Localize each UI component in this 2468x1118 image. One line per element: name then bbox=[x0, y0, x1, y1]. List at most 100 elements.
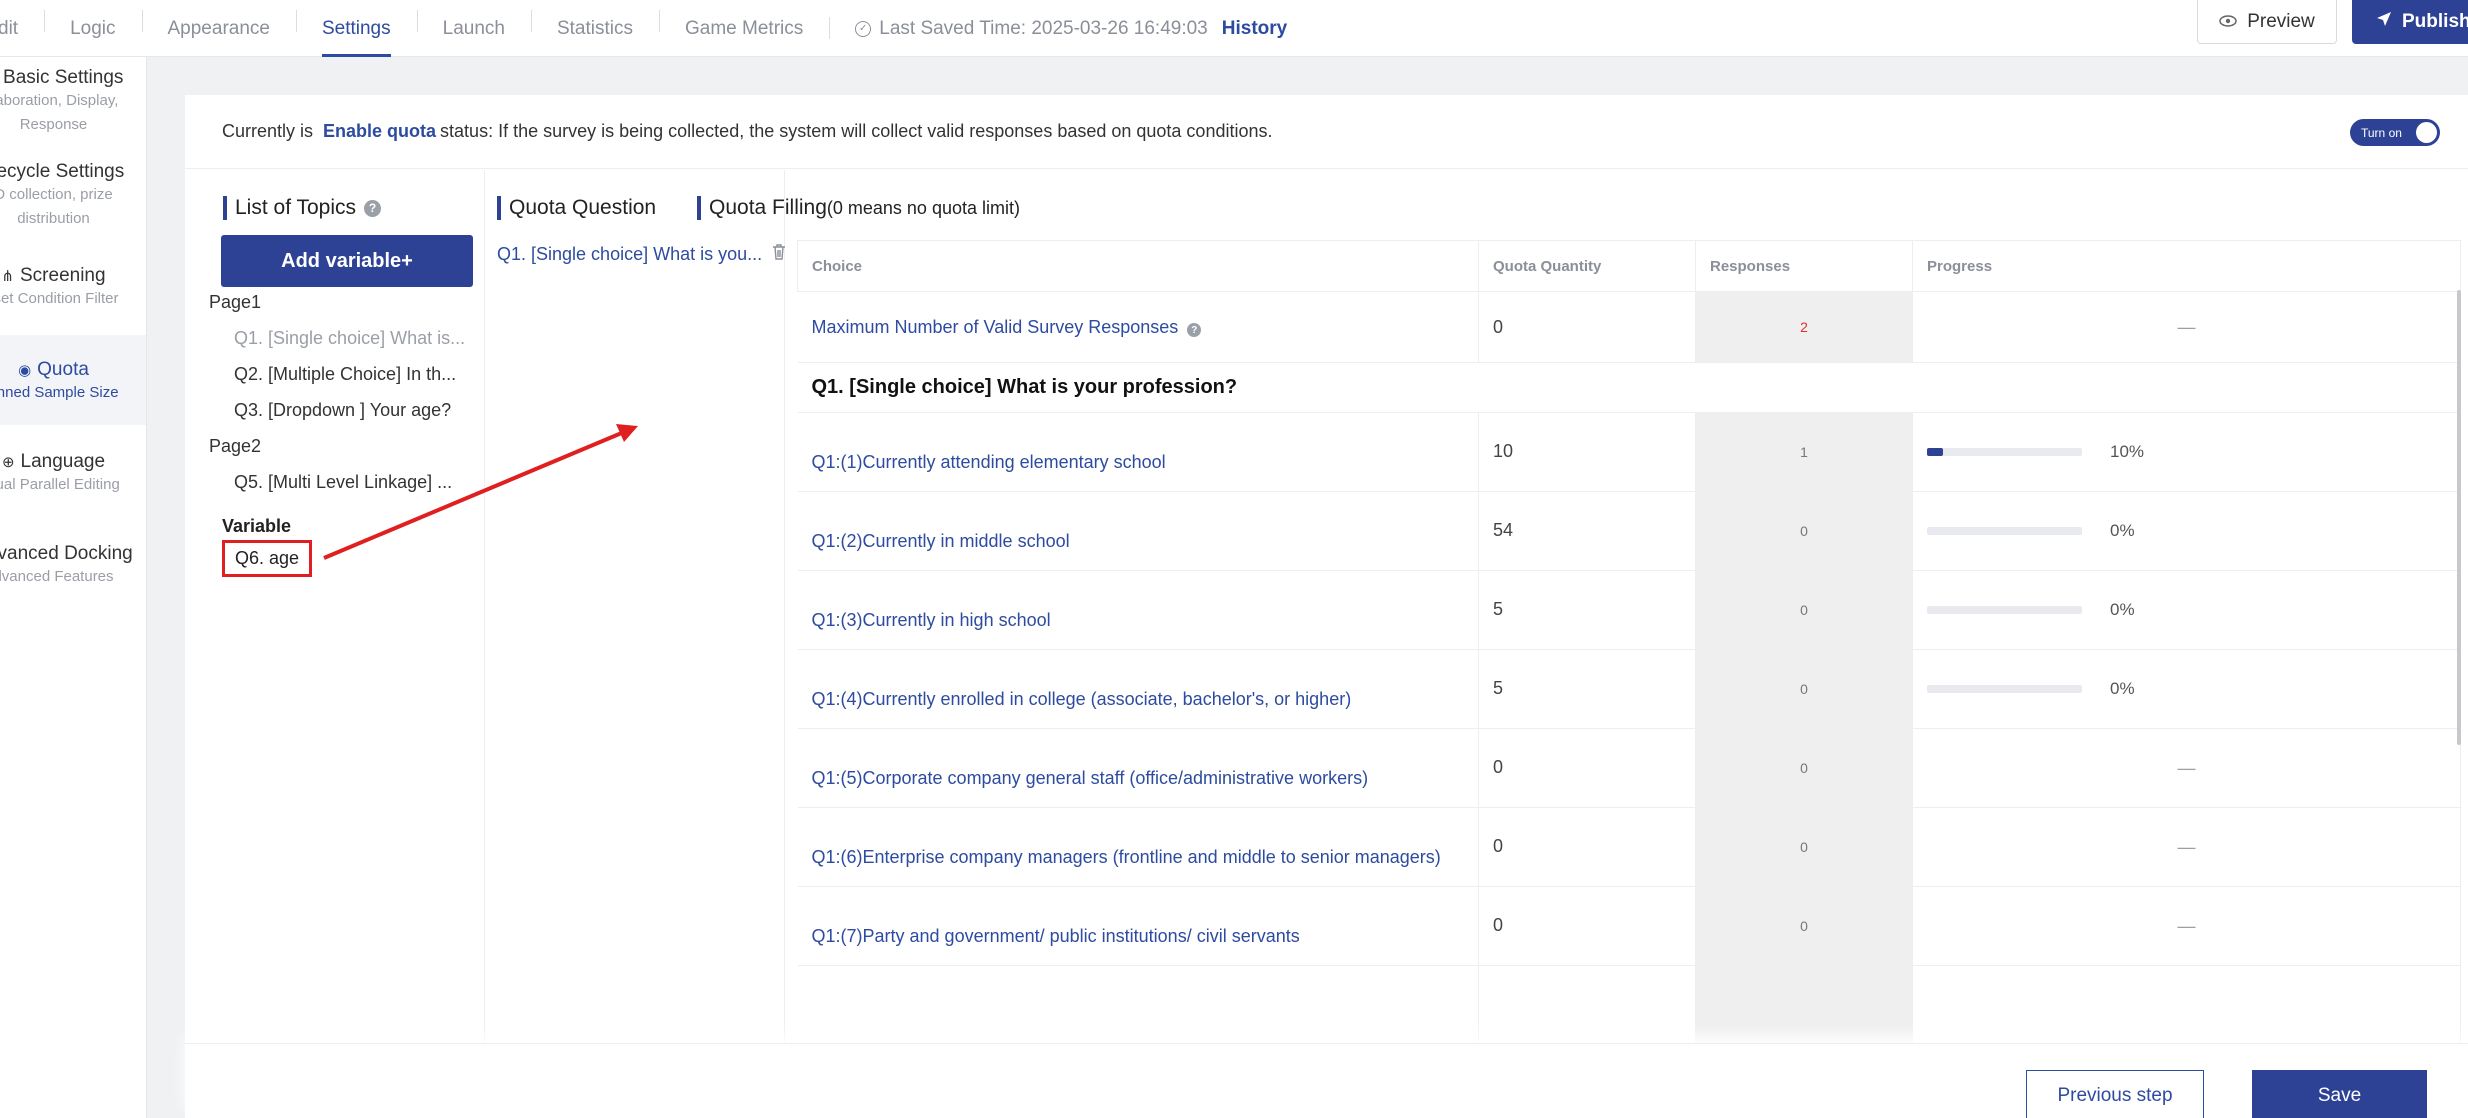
quota-quantity-input[interactable]: 5 bbox=[1478, 649, 1696, 729]
quota-quantity-input[interactable]: 5 bbox=[1478, 570, 1696, 650]
max-responses-progress: — bbox=[1912, 291, 2461, 363]
quota-quantity-input[interactable] bbox=[1478, 965, 1696, 1045]
filter-tree-icon: ⋔ bbox=[1, 268, 14, 285]
settings-sidebar: ⚙Basic Settings llaboration, Display, Re… bbox=[0, 57, 147, 1118]
table-header-row: Choice Quota Quantity Responses Progress bbox=[797, 240, 2461, 292]
history-link[interactable]: History bbox=[1222, 18, 1287, 40]
choice-label: Q1:(7)Party and government/ public insti… bbox=[797, 886, 1479, 966]
quota-filling-title: Quota Filling bbox=[709, 196, 827, 219]
progress-percent: 10% bbox=[2110, 442, 2145, 461]
quota-question-panel-title: Quota Question bbox=[497, 196, 656, 220]
sidebar-item-recycle-settings[interactable]: Recycle Settings D collection, prize dis… bbox=[0, 161, 146, 251]
choice-label: Q1:(5)Corporate company general staff (o… bbox=[797, 728, 1479, 808]
quota-quantity-input[interactable]: 0 bbox=[1478, 728, 1696, 808]
quota-rows: Q1:(1)Currently attending elementary sch… bbox=[797, 412, 2461, 1045]
quota-quantity-input[interactable]: 0 bbox=[1478, 886, 1696, 966]
top-bar: dit Logic Appearance Settings Launch Sta… bbox=[0, 0, 2468, 57]
choice-label: Q1:(4)Currently enrolled in college (ass… bbox=[797, 649, 1479, 729]
sidebar-item-screening[interactable]: ⋔ Screening -set Condition Filter bbox=[0, 265, 146, 325]
progress-cell: 10% bbox=[1912, 412, 2461, 492]
save-button[interactable]: Save bbox=[2252, 1070, 2427, 1118]
sidebar-item-desc: -set Condition Filter bbox=[0, 290, 119, 307]
toggle-knob bbox=[2416, 122, 2437, 143]
sidebar-item-label: Basic Settings bbox=[3, 67, 124, 88]
table-section-row: Q1. [Single choice] What is your profess… bbox=[797, 362, 2461, 413]
tab-edit[interactable]: dit bbox=[0, 0, 44, 57]
tab-appearance[interactable]: Appearance bbox=[141, 0, 296, 57]
progress-cell: — bbox=[1912, 728, 2461, 808]
choice-label: Q1:(6)Enterprise company managers (front… bbox=[797, 807, 1479, 887]
quota-quantity-input[interactable]: 10 bbox=[1478, 412, 1696, 492]
quota-filling-panel-title: Quota Filling (0 means no quota limit) bbox=[697, 196, 1020, 220]
quota-filling-subtitle: (0 means no quota limit) bbox=[826, 197, 1020, 218]
table-row: Q1:(2)Currently in middle school 54 0 0% bbox=[797, 491, 2461, 571]
sidebar-item-basic-settings[interactable]: ⚙Basic Settings llaboration, Display, Re… bbox=[0, 67, 146, 157]
globe-icon: ⊕ bbox=[1, 454, 15, 471]
quota-toggle[interactable]: Turn on bbox=[2350, 119, 2440, 146]
quota-quantity-input[interactable]: 0 bbox=[1478, 807, 1696, 887]
title-accent-bar bbox=[697, 196, 701, 220]
tab-game-metrics[interactable]: Game Metrics bbox=[659, 0, 829, 57]
bottom-action-bar: Previous step Save bbox=[185, 1043, 2468, 1118]
table-row: Q1:(3)Currently in high school 5 0 0% bbox=[797, 570, 2461, 650]
table-scrollbar[interactable] bbox=[2457, 290, 2461, 745]
section-question-title: Q1. [Single choice] What is your profess… bbox=[797, 362, 2461, 413]
max-responses-label: Maximum Number of Valid Survey Responses… bbox=[797, 291, 1479, 363]
responses-count: 0 bbox=[1695, 570, 1913, 650]
tab-statistics[interactable]: Statistics bbox=[530, 0, 659, 57]
topic-item-q1[interactable]: Q1. [Single choice] What is... bbox=[234, 328, 465, 349]
status-highlight: Enable quota bbox=[323, 121, 437, 141]
responses-count: 0 bbox=[1695, 728, 1913, 808]
progress-cell: — bbox=[1912, 886, 2461, 966]
topic-item-q5[interactable]: Q5. [Multi Level Linkage] ... bbox=[234, 472, 452, 493]
status-prefix: Currently is bbox=[222, 121, 314, 141]
preview-button[interactable]: Preview bbox=[2197, 0, 2337, 44]
sidebar-item-label: Screening bbox=[20, 265, 106, 286]
quota-quantity-input[interactable]: 54 bbox=[1478, 491, 1696, 571]
help-icon[interactable]: ? bbox=[364, 199, 382, 217]
progress-bar: 0% bbox=[1927, 521, 2460, 541]
max-responses-quantity-input[interactable]: 0 bbox=[1478, 291, 1696, 363]
progress-cell bbox=[1912, 965, 2461, 1045]
sidebar-item-desc: distribution bbox=[17, 210, 90, 227]
tab-launch[interactable]: Launch bbox=[416, 0, 531, 57]
topic-item-q2[interactable]: Q2. [Multiple Choice] In th... bbox=[234, 364, 456, 385]
topic-item-q3[interactable]: Q3. [Dropdown ] Your age? bbox=[234, 400, 451, 421]
progress-track bbox=[1927, 527, 2082, 535]
quota-question-item[interactable]: Q1. [Single choice] What is you... bbox=[497, 244, 786, 265]
eye-icon bbox=[2219, 11, 2237, 33]
add-variable-button[interactable]: Add variable+ bbox=[221, 235, 473, 287]
header-choice: Choice bbox=[797, 240, 1479, 292]
table-row: Q1:(7)Party and government/ public insti… bbox=[797, 886, 2461, 966]
status-description: status: If the survey is being collected… bbox=[440, 121, 1273, 141]
title-accent-bar bbox=[497, 196, 501, 220]
progress-cell: 0% bbox=[1912, 649, 2461, 729]
publish-button[interactable]: Publish bbox=[2352, 0, 2468, 44]
quota-question-title: Quota Question bbox=[509, 196, 657, 219]
tab-settings[interactable]: Settings bbox=[295, 0, 417, 57]
previous-step-button[interactable]: Previous step bbox=[2026, 1070, 2204, 1118]
header-quota-quantity: Quota Quantity bbox=[1478, 240, 1696, 292]
responses-count: 1 bbox=[1695, 412, 1913, 492]
sidebar-item-quota[interactable]: ◉ Quota anned Sample Size bbox=[0, 335, 146, 425]
responses-count: 0 bbox=[1695, 491, 1913, 571]
sidebar-item-label: Language bbox=[20, 451, 106, 472]
last-saved-status: ✓ Last Saved Time: 2025-03-26 16:49:03 H… bbox=[829, 16, 1287, 40]
variable-item-q6-age[interactable]: Q6. age bbox=[222, 540, 312, 577]
sidebar-item-desc: Response bbox=[19, 116, 88, 133]
publish-label: Publish bbox=[2402, 11, 2468, 32]
progress-cell: 0% bbox=[1912, 570, 2461, 650]
tab-logic[interactable]: Logic bbox=[44, 0, 141, 57]
quota-question-label: Q1. [Single choice] What is you... bbox=[497, 244, 763, 264]
progress-percent: 0% bbox=[2110, 521, 2135, 540]
topics-panel: List of Topics ? Add variable+ Page1 Q1.… bbox=[185, 170, 485, 1050]
help-icon[interactable]: ? bbox=[1187, 323, 1202, 337]
sidebar-item-language[interactable]: ⊕ Language gual Parallel Editing bbox=[0, 451, 146, 511]
sidebar-item-advanced-docking[interactable]: Advanced Docking dvanced Features bbox=[0, 543, 146, 603]
table-row-max-responses: Maximum Number of Valid Survey Responses… bbox=[797, 291, 2461, 363]
quota-question-panel: Quota Question Q1. [Single choice] What … bbox=[485, 170, 786, 1050]
table-row: Q1:(6)Enterprise company managers (front… bbox=[797, 807, 2461, 887]
progress-cell: — bbox=[1912, 807, 2461, 887]
table-row: Q1:(5)Corporate company general staff (o… bbox=[797, 728, 2461, 808]
table-row: Q1:(1)Currently attending elementary sch… bbox=[797, 412, 2461, 492]
